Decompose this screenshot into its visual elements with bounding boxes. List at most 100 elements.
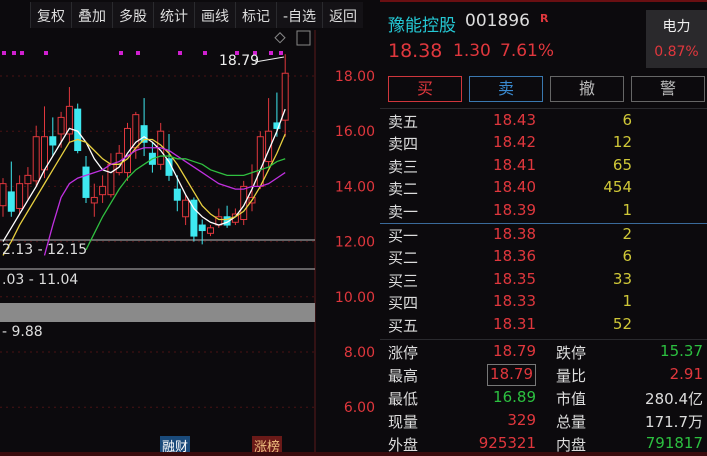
level-label: 买五: [388, 316, 419, 335]
level-volume: 2: [622, 225, 632, 243]
stat-value: 329: [507, 411, 536, 429]
level-volume: 6: [622, 247, 632, 266]
stock-name: 豫能控股: [388, 16, 456, 36]
toolbar-button-2[interactable]: 多股: [112, 2, 153, 28]
level-label: 买二: [388, 249, 419, 268]
buy-button[interactable]: 买: [388, 76, 462, 102]
price-change: 1.30: [453, 41, 491, 61]
kline-panel[interactable]: 18.00 16.00 14.00 12.00 10.00 8.00 6.00 复权 叠加 多股…: [0, 0, 380, 456]
level-label: 卖一: [388, 202, 419, 221]
diamond-icon: [274, 32, 286, 44]
level-volume: 33: [612, 269, 632, 288]
price-range-1: 2.13 - 12.15: [2, 242, 88, 258]
candle-up: [99, 185, 107, 196]
bid-row[interactable]: 买四 18.33 1: [380, 292, 707, 314]
toolbar-button-1[interactable]: 叠加: [71, 2, 112, 28]
signal-dot: [203, 51, 207, 55]
stat-value: 2.91: [669, 365, 703, 383]
toolbar-button-4[interactable]: 画线: [194, 2, 235, 28]
level-price: 18.39: [493, 200, 536, 219]
stat-value: 16.89: [493, 388, 536, 406]
level-volume: 52: [612, 314, 632, 333]
stat-label: 市值: [556, 390, 587, 408]
stat-label: 总量: [556, 413, 587, 431]
level-label: 卖二: [388, 180, 419, 199]
signal-dot: [269, 51, 273, 55]
level-price: 18.41: [493, 155, 536, 174]
stat-value: 18.79: [487, 364, 536, 386]
price-range-2: .03 - 11.04: [2, 272, 79, 288]
level-price: 18.42: [493, 133, 536, 152]
candle-up: [41, 136, 48, 171]
stat-label: 现量: [388, 413, 419, 431]
toolbar-button-6[interactable]: -自选: [276, 2, 322, 28]
sector-pct: 0.87%: [654, 44, 699, 60]
stat-value: 15.37: [660, 342, 703, 360]
quote-panel: 豫能控股 001896 R 18.38 1.30 7.61% 电力 0.87% …: [380, 0, 707, 456]
stat-value: 18.79: [493, 342, 536, 360]
level-price: 18.31: [493, 314, 536, 333]
bid-row[interactable]: 买三 18.35 33: [380, 270, 707, 292]
price-range-3: - 9.88: [2, 324, 43, 340]
stat-value: 280.4亿: [645, 390, 703, 408]
signal-dot: [279, 51, 283, 55]
signal-dot: [44, 51, 48, 55]
cancel-button[interactable]: 撤: [550, 76, 624, 102]
axis-tick-label: 8.00: [344, 345, 375, 361]
margin-mark: R: [540, 12, 549, 25]
axis-tick-label: 18.00: [335, 69, 375, 85]
alert-button[interactable]: 警: [631, 76, 705, 102]
level-price: 18.40: [493, 178, 536, 197]
candle-up: [182, 199, 190, 218]
signal-dot: [136, 51, 140, 55]
bottom-bar: [0, 452, 707, 456]
chart-toolbar: 复权 叠加 多股 统计 画线 标记 -自选 返回: [30, 2, 364, 28]
sector-name: 电力: [662, 19, 691, 35]
candle-up: [16, 183, 24, 209]
level-volume: 65: [612, 155, 632, 174]
ask-row[interactable]: 卖三 18.41 65: [380, 156, 707, 178]
percent-change: 7.61%: [500, 41, 555, 61]
level-price: 18.35: [493, 269, 536, 288]
ask-row[interactable]: 卖二 18.40 454: [380, 178, 707, 200]
level-label: 卖三: [388, 157, 419, 176]
ask-row[interactable]: 卖四 18.42 12: [380, 133, 707, 155]
last-price: 18.38: [388, 40, 443, 62]
level-label: 卖四: [388, 135, 419, 154]
signal-dot: [20, 51, 24, 55]
stat-label: 最高: [388, 367, 419, 385]
high-price-label: 18.79: [219, 53, 260, 69]
toolbar-button-7[interactable]: 返回: [322, 2, 363, 28]
stat-label: 最低: [388, 390, 419, 408]
level-volume: 1: [622, 292, 632, 311]
kline-chart[interactable]: 18.00 16.00 14.00 12.00 10.00 8.00 6.00: [0, 0, 380, 456]
signal-dot: [12, 51, 16, 55]
sector-box[interactable]: 电力 0.87%: [646, 10, 707, 68]
axis-tick-label: 12.00: [335, 235, 375, 251]
level-label: 买一: [388, 227, 419, 245]
candle-up: [207, 227, 214, 234]
level-price: 18.38: [493, 225, 536, 243]
bid-row[interactable]: 买五 18.31 52: [380, 315, 707, 337]
level-volume: 12: [612, 133, 632, 152]
level-volume: 6: [622, 111, 632, 129]
bid-row[interactable]: 买二 18.36 6: [380, 247, 707, 269]
candle-up: [57, 116, 65, 135]
ask-row[interactable]: 卖五 18.43 6: [380, 111, 707, 133]
axis-tick-label: 14.00: [335, 179, 375, 195]
panel-toggle-icon: [296, 30, 311, 46]
ask-row[interactable]: 卖一 18.39 1: [380, 201, 707, 223]
divider: [380, 339, 707, 340]
candle-down: [7, 191, 15, 212]
axis-tick-label: 10.00: [335, 290, 375, 306]
toolbar-button-0[interactable]: 复权: [30, 2, 71, 28]
stock-code: 001896: [465, 11, 530, 31]
sell-button[interactable]: 卖: [469, 76, 543, 102]
axis-tick-label: 16.00: [335, 124, 375, 140]
stat-label: 量比: [556, 367, 587, 385]
toolbar-button-3[interactable]: 统计: [153, 2, 194, 28]
level-price: 18.33: [493, 292, 536, 311]
toolbar-button-5[interactable]: 标记: [235, 2, 276, 28]
bid-row[interactable]: 买一 18.38 2: [380, 225, 707, 247]
axis-tick-label: 6.00: [344, 400, 375, 416]
